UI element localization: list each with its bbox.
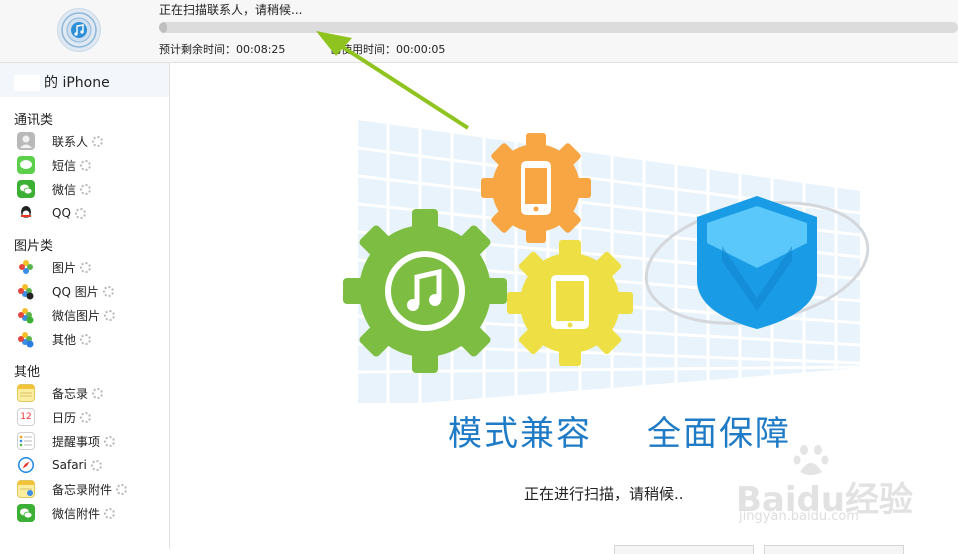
wechat-photos-icon [17,306,35,324]
scan-status-text: 正在扫描联系人，请稍候... [159,3,303,17]
loading-spinner-icon [80,411,92,423]
sidebar-item-label: 微信附件 [52,506,101,521]
baidu-watermark-url: jingyan.baidu.com [739,509,859,524]
sidebar-item-safari[interactable]: Safari [17,455,102,475]
sidebar-item-label: QQ 图片 [52,284,99,299]
loading-spinner-icon [92,135,104,147]
loading-spinner-icon [90,459,102,471]
wechat-icon [17,180,35,198]
notes-icon [17,384,35,402]
sidebar-item-label: 联系人 [52,134,89,149]
sidebar-item-label: 图片 [52,260,77,275]
scan-progress-fill [159,22,167,33]
sidebar-item-messages[interactable]: 短信 [17,155,92,175]
bottom-button-left[interactable] [614,545,754,554]
phone-gear-icon [481,133,591,243]
loading-spinner-icon [74,207,86,219]
sidebar-item-wechat-photos[interactable]: 微信图片 [17,305,116,325]
sidebar-item-calendar[interactable]: 12 日历 [17,407,92,427]
loading-spinner-icon [80,183,92,195]
sidebar-item-label: 微信 [52,182,77,197]
sidebar-item-reminders[interactable]: 提醒事项 [17,431,116,451]
sidebar-item-label: Safari [52,458,87,472]
scan-message: 正在进行扫描，请稍候.. [524,485,684,503]
loading-spinner-icon [92,387,104,399]
sidebar-item-label: 短信 [52,158,77,173]
device-row[interactable]: 的 iPhone [0,63,169,97]
contacts-icon [17,132,35,150]
shield-icon [697,196,817,329]
time-elapsed-text: 已使用时间：00:00:05 [330,43,446,56]
sidebar-item-wechat-attachments[interactable]: 微信附件 [17,503,116,523]
loading-spinner-icon [104,507,116,519]
loading-spinner-icon [102,285,114,297]
sidebar-item-qq[interactable]: QQ [17,203,86,223]
sidebar-item-label: 微信图片 [52,308,101,323]
device-name: 的 iPhone [14,72,110,92]
slogan-protection: 全面保障 [647,414,791,454]
loading-spinner-icon [80,333,92,345]
wechat-attachment-icon [17,504,35,522]
sidebar-item-contacts[interactable]: 联系人 [17,131,104,151]
sidebar-item-notes[interactable]: 备忘录 [17,383,104,403]
safari-icon [17,456,35,474]
group-label-other: 其他 [14,365,41,380]
sidebar-item-other-photos[interactable]: 其他 [17,329,92,349]
group-label-photos: 图片类 [14,239,54,254]
device-name-label: 的 iPhone [44,75,110,91]
time-remaining-text: 预计剩余时间：00:08:25 [159,43,286,56]
sidebar-item-notes-attachments[interactable]: 备忘录附件 [17,479,128,499]
loading-spinner-icon [80,159,92,171]
slogan-compatibility: 模式兼容 [448,414,592,454]
notes-attachment-icon [17,480,35,498]
header-bar: 正在扫描联系人，请稍候... 预计剩余时间：00:08:25 已使用时间：00:… [0,0,958,63]
loading-spinner-icon [80,261,92,273]
scan-illustration [343,120,870,403]
reminders-icon [17,432,35,450]
bottom-button-right[interactable] [764,545,904,554]
sidebar-item-qq-photos[interactable]: QQ 图片 [17,281,114,301]
sidebar-item-wechat[interactable]: 微信 [17,179,92,199]
loading-spinner-icon [104,309,116,321]
other-photos-icon [17,330,35,348]
loading-spinner-icon [104,435,116,447]
photos-icon [17,258,35,276]
loading-spinner-icon [116,483,128,495]
sidebar-item-photos[interactable]: 图片 [17,257,92,277]
music-gear-icon [343,209,507,373]
scan-progress-bar [159,22,958,33]
sidebar-item-label: 提醒事项 [52,434,101,449]
sidebar-item-label: QQ [52,206,71,220]
sidebar: 的 iPhone 通讯类 联系人 短信 微信 QQ 图片类 图片 QQ 图片 微… [0,63,170,549]
sidebar-item-label: 备忘录 [52,386,89,401]
sidebar-item-label: 备忘录附件 [52,482,113,497]
qq-photos-icon [17,282,35,300]
group-label-communication: 通讯类 [14,113,54,128]
tablet-gear-icon [507,240,633,366]
messages-icon [17,156,35,174]
sidebar-item-label: 其他 [52,332,77,347]
sidebar-item-label: 日历 [52,410,77,425]
qq-icon [17,204,35,222]
calendar-icon: 12 [17,408,35,426]
music-disc-logo-icon [57,8,101,52]
